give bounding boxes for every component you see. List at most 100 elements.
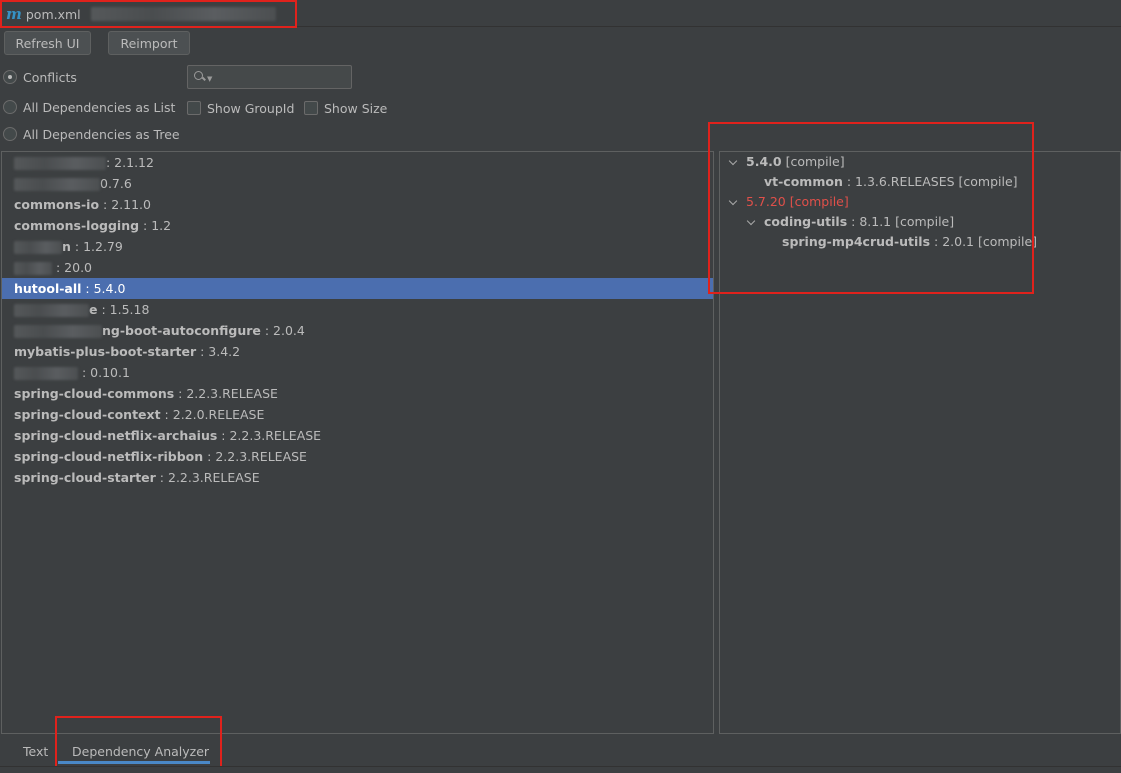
chevron-down-icon[interactable]	[746, 217, 756, 227]
dependency-version: : 2.2.3.RELEASE	[155, 470, 260, 485]
dependency-name: ng-boot-autoconfigure	[102, 323, 261, 338]
dependency-name: spring-cloud-netflix-ribbon	[14, 449, 204, 464]
redacted-name	[14, 157, 106, 170]
dependency-version: : 20.0	[52, 260, 92, 275]
tab-text[interactable]: Text	[23, 741, 48, 763]
tree-node-suffix: [compile]	[781, 154, 845, 169]
dependency-name: commons-logging	[14, 218, 140, 233]
dependency-version: : 2.2.3.RELEASE	[203, 449, 307, 464]
dependency-name: spring-cloud-netflix-archaius	[14, 428, 218, 443]
dependency-row[interactable]: spring-cloud-netflix-archaius : 2.2.3.RE…	[2, 425, 713, 446]
refresh-ui-button[interactable]: Refresh UI	[4, 31, 91, 55]
tree-node-name: spring-mp4crud-utils	[782, 234, 931, 249]
dependency-version: : 2.2.3.RELEASE	[174, 386, 278, 401]
dependency-list[interactable]: : 2.1.12 0.7.6 commons-io : 2.11.0 commons-…	[1, 151, 714, 734]
dependency-row[interactable]: spring-cloud-starter : 2.2.3.RELEASE	[2, 467, 713, 488]
dependency-name: spring-cloud-commons	[14, 386, 175, 401]
tree-label: All Dependencies as Tree	[23, 126, 180, 142]
dependency-row[interactable]: commons-io : 2.11.0	[2, 194, 713, 215]
dependency-row[interactable]: spring-cloud-netflix-ribbon : 2.2.3.RELE…	[2, 446, 713, 467]
list-radio[interactable]	[3, 100, 17, 114]
editor-tab-bar: m pom.xml	[0, 0, 1121, 27]
tree-node-suffix: : 2.0.1 [compile]	[930, 234, 1038, 249]
dependency-name: n	[62, 239, 71, 254]
tree-node-suffix: : 1.3.6.RELEASES [compile]	[842, 174, 1018, 189]
show-groupid-option[interactable]: Show GroupId	[187, 99, 294, 117]
dependency-name: commons-io	[14, 197, 100, 212]
dependency-version: : 1.2	[139, 218, 172, 233]
dependency-version: : 2.0.4	[260, 323, 305, 338]
search-icon[interactable]	[194, 71, 206, 83]
dependency-version: : 2.2.3.RELEASE	[217, 428, 322, 443]
show-size-label: Show Size	[324, 100, 388, 116]
chevron-down-icon[interactable]	[728, 197, 738, 207]
dependency-version: : 1.2.79	[70, 239, 123, 254]
tree-node[interactable]: spring-mp4crud-utils : 2.0.1 [compile]	[782, 232, 1037, 252]
show-groupid-checkbox[interactable]	[187, 101, 201, 115]
redacted-name	[14, 304, 89, 317]
dependency-version: : 0.10.1	[78, 365, 130, 380]
search-field[interactable]: ▼	[187, 65, 352, 89]
dependency-version: : 2.11.0	[99, 197, 151, 212]
dependency-row[interactable]: : 20.0	[2, 257, 713, 278]
tree-node[interactable]: 5.4.0 [compile]	[728, 152, 845, 172]
dependency-row[interactable]: spring-cloud-commons : 2.2.3.RELEASE	[2, 383, 713, 404]
dependency-row[interactable]: hutool-all : 5.4.0	[2, 278, 713, 299]
active-tab-indicator	[58, 761, 210, 764]
dependency-version: : 2.2.0.RELEASE	[160, 407, 265, 422]
show-size-option[interactable]: Show Size	[304, 99, 387, 117]
list-label: All Dependencies as List	[23, 99, 176, 115]
maven-m-icon: m	[6, 4, 22, 23]
dependency-version: : 3.4.2	[196, 344, 241, 359]
redacted-name	[14, 325, 102, 338]
show-size-checkbox[interactable]	[304, 101, 318, 115]
reimport-button[interactable]: Reimport	[108, 31, 190, 55]
conflicts-radio-row[interactable]: Conflicts	[3, 67, 77, 87]
dependency-name: spring-cloud-starter	[14, 470, 156, 485]
conflicts-radio[interactable]	[3, 70, 17, 84]
pom-file-tab[interactable]: m pom.xml	[6, 3, 276, 25]
dependency-row[interactable]: : 0.10.1	[2, 362, 713, 383]
dependency-row[interactable]: spring-cloud-context : 2.2.0.RELEASE	[2, 404, 713, 425]
tab-dependency-analyzer[interactable]: Dependency Analyzer	[72, 741, 209, 763]
redacted-name	[14, 262, 52, 275]
conflict-version: 5.7.20 [compile]	[746, 194, 849, 209]
status-strip	[0, 766, 1121, 773]
tree-node[interactable]: 5.7.20 [compile]	[728, 192, 849, 212]
tree-node[interactable]: vt-common : 1.3.6.RELEASES [compile]	[764, 172, 1018, 192]
dependency-name: hutool-all	[14, 281, 82, 296]
tree-node-name: 5.4.0	[746, 154, 782, 169]
chevron-down-icon: ▼	[207, 75, 213, 83]
tree-radio[interactable]	[3, 127, 17, 141]
dependency-row[interactable]: ng-boot-autoconfigure : 2.0.4	[2, 320, 713, 341]
usage-tree[interactable]: 5.4.0 [compile] vt-common : 1.3.6.RELEASE…	[719, 151, 1121, 734]
tree-node[interactable]: coding-utils : 8.1.1 [compile]	[746, 212, 954, 232]
dependency-row[interactable]: 0.7.6	[2, 173, 713, 194]
dependency-row[interactable]: e : 1.5.18	[2, 299, 713, 320]
tree-node-name: coding-utils	[764, 214, 848, 229]
dependency-row[interactable]: : 2.1.12	[2, 152, 713, 173]
dependency-version: : 2.1.12	[106, 155, 154, 170]
bottom-tab-bar: Text Dependency Analyzer	[0, 736, 1121, 766]
tree-node-name: vt-common	[764, 174, 843, 189]
redacted-path	[90, 7, 276, 21]
dependency-name: spring-cloud-context	[14, 407, 161, 422]
conflicts-label: Conflicts	[23, 69, 77, 85]
show-groupid-label: Show GroupId	[207, 100, 295, 116]
dependency-row[interactable]: commons-logging : 1.2	[2, 215, 713, 236]
dependency-row[interactable]: mybatis-plus-boot-starter : 3.4.2	[2, 341, 713, 362]
file-name: pom.xml	[25, 6, 81, 22]
dependency-version: : 5.4.0	[81, 281, 126, 296]
redacted-name	[14, 367, 78, 380]
list-radio-row[interactable]: All Dependencies as List	[3, 97, 175, 117]
tree-radio-row[interactable]: All Dependencies as Tree	[3, 124, 180, 144]
chevron-down-icon[interactable]	[728, 157, 738, 167]
redacted-name	[14, 178, 100, 191]
dependency-version: : 1.5.18	[97, 302, 150, 317]
dependency-version: 0.7.6	[100, 176, 132, 191]
tree-node-suffix: : 8.1.1 [compile]	[847, 214, 955, 229]
dependency-name: mybatis-plus-boot-starter	[14, 344, 197, 359]
search-input[interactable]	[216, 70, 347, 84]
dependency-row[interactable]: n : 1.2.79	[2, 236, 713, 257]
redacted-name	[14, 241, 62, 254]
